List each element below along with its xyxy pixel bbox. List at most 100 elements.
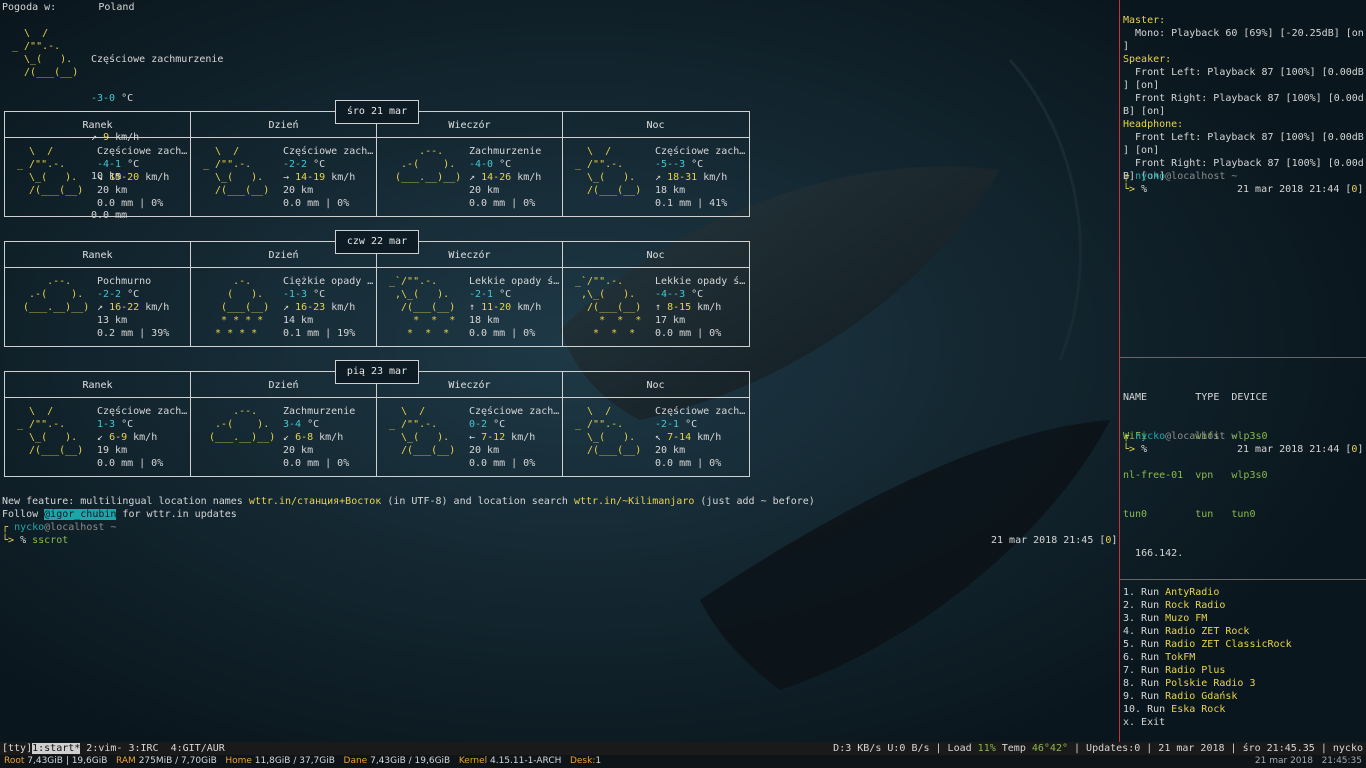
prompt-main-timestamp: 21 mar 2018 21:45 [0]	[991, 535, 1118, 546]
pane-separator-2	[1120, 579, 1366, 580]
shell-input-network[interactable]: └> %	[1123, 443, 1147, 456]
slot-precip: 0.0 mm | 0%	[469, 328, 536, 339]
slot-info: Częściowe zach… 0-2 °C ← 7-12 km/h 20 km 0.0…	[469, 406, 560, 469]
radio-menu-item[interactable]: 8. Run Polskie Radio 3	[1123, 677, 1292, 690]
weather-icon: \ / _ /"".-. \_( ). /(___(__)	[17, 146, 84, 196]
slot-precip: 0.0 mm | 0%	[469, 458, 536, 469]
slot-info: Lekkie opady ś… -4--3 °C ↑ 8-15 km/h 17 km 0…	[655, 276, 746, 339]
slot-visibility: 20 km	[469, 445, 500, 456]
radio-station-name: TokFM	[1165, 652, 1196, 663]
link-kilimanjaro[interactable]: wttr.in/~Kilimanjaro	[574, 496, 694, 507]
prompt-alsa-timestamp: 21 mar 2018 21:44 [0]	[1237, 184, 1364, 195]
radio-menu-item[interactable]: 4. Run Radio ZET Rock	[1123, 625, 1292, 638]
slot-precip: 0.0 mm | 0%	[97, 198, 164, 209]
weather-icon: \ / _ /"".-. \_( ). /(___(__)	[575, 146, 642, 196]
forecast-slot: Wieczór _`/"".-. ,\_( ). /(___(__) * * * …	[377, 242, 562, 346]
radio-menu-item[interactable]: 7. Run Radio Plus	[1123, 664, 1292, 677]
slot-time-of-day: Noc	[646, 380, 665, 391]
window-list: [tty]1:start* 2:vim- 3:IRC 4:GIT/AUR	[2, 742, 225, 755]
slot-wind: 7-14	[667, 432, 692, 443]
radio-station-name: Radio Plus	[1165, 665, 1226, 676]
weather-icon: \ / _ /"".-. \_( ). /(___(__)	[575, 406, 642, 456]
shell-input-alsa[interactable]: └> %	[1123, 183, 1147, 196]
radio-menu: 1. Run AntyRadio 2. Run Rock Radio 3. Run …	[1123, 586, 1292, 729]
slot-visibility: 13 km	[97, 315, 128, 326]
twitter-handle-link[interactable]: @igor_chubin	[44, 509, 117, 520]
radio-menu-exit[interactable]: x. Exit	[1123, 716, 1292, 729]
slot-condition: Lekkie opady ś…	[655, 276, 746, 287]
wind-arrow-icon: →	[283, 172, 290, 183]
forecast-slot: Wieczór \ / _ /"".-. \_( ). /(___(__) Częś…	[377, 372, 562, 476]
weather-icon: \ / _ /"".-. \_( ). /(___(__)	[17, 406, 84, 456]
window-tab-start[interactable]: 1:start*	[32, 743, 81, 754]
disk-status-bar: Root 7,43GiB | 19,6GiB RAM 275MiB / 7,70…	[0, 755, 1366, 768]
radio-menu-item[interactable]: 5. Run Radio ZET ClassicRock	[1123, 638, 1292, 651]
wind-arrow-icon: ↙	[283, 432, 290, 443]
slot-temp: -2-1	[655, 419, 680, 430]
slot-temp: -1-3	[283, 289, 308, 300]
slot-time-of-day: Ranek	[82, 250, 113, 261]
alsa-output: Master: Mono: Playback 60 [69%] [-20.25d…	[1123, 15, 1364, 182]
shell-command-line[interactable]: └> % sscrot	[2, 534, 68, 547]
slot-condition: Pochmurno	[97, 276, 152, 287]
window-tab-git[interactable]: 4:GIT/AUR	[159, 743, 225, 754]
slot-precip: 0.0 mm | 0%	[283, 458, 350, 469]
weather-icon: .--. .-( ). (___.__)__)	[203, 406, 276, 443]
radio-menu-item[interactable]: 1. Run AntyRadio	[1123, 586, 1292, 599]
weather-icon: \ / _ /"".-. \_( ). /(___(__)	[203, 146, 270, 196]
radio-menu-item[interactable]: 10. Run Eska Rock	[1123, 703, 1292, 716]
slot-wind: 16-23	[295, 302, 326, 313]
slot-wind: 14-19	[295, 172, 326, 183]
radio-menu-item[interactable]: 9. Run Radio Gdańsk	[1123, 690, 1292, 703]
wind-arrow-icon: ↗	[283, 302, 290, 313]
current-weather-icon: \ / _ /"".-. \_( ). /(___(__)	[12, 28, 79, 78]
slot-precip: 0.0 mm | 0%	[655, 458, 722, 469]
radio-menu-item[interactable]: 6. Run TokFM	[1123, 651, 1292, 664]
slot-info: Częściowe zach… -2-2 °C → 14-19 km/h 20 km 0…	[283, 146, 374, 209]
slot-wind: 11-20	[481, 302, 512, 313]
slot-condition: Zachmurzenie	[469, 146, 542, 157]
slot-precip: 0.1 mm | 19%	[283, 328, 356, 339]
slot-wind: 6-9	[109, 432, 128, 443]
slot-precip: 0.2 mm | 39%	[97, 328, 170, 339]
slot-time-of-day: Ranek	[82, 380, 113, 391]
radio-menu-item[interactable]: 3. Run Muzo FM	[1123, 612, 1292, 625]
slot-info: Pochmurno -2-2 °C ↗ 16-22 km/h 13 km 0.2 mm …	[97, 275, 189, 340]
slot-condition: Lekkie opady ś…	[469, 276, 560, 287]
slot-precip: 0.0 mm | 0%	[97, 458, 164, 469]
slot-visibility: 20 km	[469, 185, 500, 196]
slot-condition: Częściowe zach…	[97, 146, 188, 157]
radio-station-name: Eska Rock	[1171, 704, 1226, 715]
alsa-master-label: Master:	[1123, 15, 1166, 26]
radio-menu-item[interactable]: 2. Run Rock Radio	[1123, 599, 1292, 612]
slot-info: Częściowe zach… -4-1 °C ↘ 15-20 km/h 20 km 0…	[97, 146, 188, 209]
wind-arrow-icon: ↖	[655, 432, 662, 443]
slot-visibility: 20 km	[97, 185, 128, 196]
weather-icon: .-. ( ). (___(__) * * * * * * * *	[203, 276, 270, 339]
forecast-date-label: śro 21 mar	[335, 100, 419, 124]
window-tab-irc[interactable]: 3:IRC	[122, 743, 158, 754]
radio-station-name: Polskie Radio 3	[1165, 678, 1256, 689]
slot-wind: 15-20	[109, 172, 140, 183]
slot-condition: Zachmurzenie	[283, 406, 356, 417]
alsa-speaker-label: Speaker:	[1123, 54, 1172, 65]
network-row: nl-free-01 vpn wlp3s0	[1123, 470, 1268, 481]
slot-time-of-day: Noc	[646, 250, 665, 261]
window-tab-vim[interactable]: 2:vim-	[80, 743, 122, 754]
slot-visibility: 14 km	[283, 315, 314, 326]
slot-info: Częściowe zach… -5--3 °C ↗ 18-31 km/h 18 km…	[655, 146, 746, 209]
weather-icon: _`/"".-. ,\_( ). /(___(__) * * * * * *	[389, 276, 456, 339]
forecast-slot: Noc \ / _ /"".-. \_( ). /(___(__) Częściow…	[563, 112, 748, 216]
prompt-network-timestamp: 21 mar 2018 21:44 [0]	[1237, 444, 1364, 455]
cpu-temp: 46°42°	[1031, 743, 1068, 754]
shell-prompt-network: ┌ nycko@localhost ~	[1123, 431, 1238, 442]
current-condition: Częściowe zachmurzenie	[91, 54, 224, 65]
wind-arrow-icon: ↙	[97, 432, 104, 443]
slot-condition: Częściowe zach…	[655, 406, 746, 417]
link-station-vostok[interactable]: wttr.in/станция+Восток	[249, 496, 381, 507]
slot-visibility: 19 km	[97, 445, 128, 456]
forecast-slot: Wieczór .--. .-( ). (___.__)__) Zachmurze…	[377, 112, 562, 216]
forecast-slot: Ranek \ / _ /"".-. \_( ). /(___(__) Części…	[5, 372, 190, 476]
forecast-date-label: czw 22 mar	[335, 230, 419, 254]
slot-temp: 3-4	[283, 419, 302, 430]
